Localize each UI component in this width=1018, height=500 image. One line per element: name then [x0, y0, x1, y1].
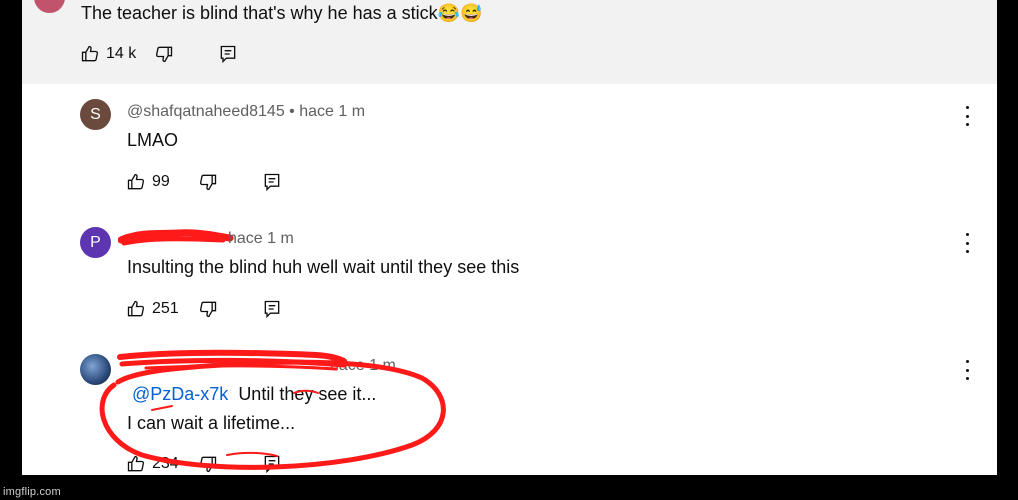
reply-button[interactable]: [262, 452, 282, 475]
like-button[interactable]: 234: [126, 452, 179, 475]
comment-line-2: I can wait a lifetime...: [127, 413, 296, 433]
thumbs-up-icon: [81, 45, 99, 62]
watermark: imgflip.com: [3, 486, 61, 498]
emoji-text: 😂😅: [437, 3, 483, 23]
comment-actions: 14 k: [80, 42, 240, 66]
timestamp: hace 1 m: [228, 230, 294, 247]
thumbs-down-icon: [199, 301, 217, 318]
comment-text: The teacher is blind that's why he has a…: [81, 3, 482, 24]
like-count: 14 k: [106, 45, 137, 62]
avatar-letter: P: [90, 234, 101, 251]
dislike-button[interactable]: [198, 452, 218, 475]
comment-actions: 251: [126, 297, 286, 321]
like-button[interactable]: 99: [126, 170, 170, 194]
highlighted-comment: The teacher is blind that's why he has a…: [22, 0, 997, 84]
dislike-button[interactable]: [198, 297, 218, 321]
redaction-scribble: [118, 229, 234, 246]
like-button[interactable]: 251: [126, 297, 179, 321]
thumbs-up-icon: [127, 173, 145, 190]
reply-icon: [264, 173, 280, 192]
comment-body: @PzDa-x7k Until they see it...: [132, 384, 376, 405]
reply-icon: [264, 300, 280, 319]
comment-actions: 99: [126, 170, 286, 194]
mention-link[interactable]: @PzDa-x7k: [132, 384, 228, 404]
reply-button[interactable]: [262, 170, 282, 194]
reply-button[interactable]: [218, 42, 238, 66]
avatar[interactable]: P: [80, 227, 111, 258]
more-options-icon[interactable]: [960, 360, 974, 380]
thumbs-down-icon: [155, 46, 173, 63]
avatar-letter: S: [90, 106, 101, 123]
like-button[interactable]: 14 k: [80, 42, 136, 66]
comment-body: LMAO: [127, 130, 179, 150]
comment-thread: The teacher is blind that's why he has a…: [22, 0, 997, 475]
reply-icon: [264, 455, 280, 474]
timestamp: • hace 1 m: [289, 103, 366, 120]
redaction-scribble: [117, 349, 347, 371]
comment-actions: 234: [126, 452, 286, 475]
dislike-button[interactable]: [198, 170, 218, 194]
thumbs-down-icon: [199, 174, 217, 191]
avatar[interactable]: S: [80, 99, 111, 130]
thumbs-down-icon: [199, 456, 217, 473]
avatar[interactable]: [34, 0, 65, 13]
more-options-icon[interactable]: [960, 106, 974, 126]
like-count: 251: [152, 300, 179, 317]
author-handle[interactable]: @shafqatnaheed8145: [127, 103, 285, 120]
comment-body: Insulting the blind huh well wait until …: [127, 257, 520, 277]
comment-line-1: Until they see it...: [238, 384, 377, 404]
reply-button[interactable]: [262, 297, 282, 321]
dislike-button[interactable]: [154, 42, 174, 66]
like-count: 99: [152, 173, 170, 190]
more-options-icon[interactable]: [960, 233, 974, 253]
like-count: 234: [152, 455, 179, 472]
avatar[interactable]: [80, 354, 111, 385]
thumbs-up-icon: [127, 300, 145, 317]
comment-meta: @shafqatnaheed8145 • hace 1 m: [127, 103, 365, 121]
reply-icon: [220, 45, 236, 64]
thumbs-up-icon: [127, 455, 145, 472]
comment-body: The teacher is blind that's why he has a…: [81, 3, 438, 23]
